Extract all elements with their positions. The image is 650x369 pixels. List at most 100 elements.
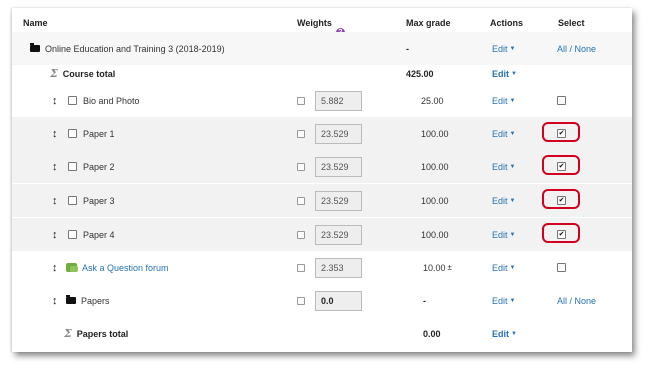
papers-select-all-none[interactable]: All / None — [557, 284, 596, 317]
forum-edit-menu[interactable]: Edit ▼ — [492, 251, 515, 284]
edit-label: Edit — [492, 68, 509, 79]
edit-label: Edit — [492, 295, 508, 306]
weight-input[interactable]: 23.529 — [315, 156, 362, 177]
weight-input[interactable]: 2.353 — [315, 257, 362, 278]
plus-minus-icon[interactable]: ± — [448, 263, 452, 272]
category-name: Online Education and Training 3 (2018-20… — [45, 43, 225, 54]
item-checkbox[interactable] — [68, 96, 77, 105]
item-name: Paper 3 — [83, 195, 115, 206]
papers-total-name: Papers total — [76, 328, 129, 339]
weight-input[interactable]: 23.529 — [315, 190, 362, 211]
edit-label: Edit — [492, 161, 508, 172]
header-name: Name — [23, 18, 48, 28]
edit-label: Edit — [492, 43, 508, 54]
caret-down-icon: ▼ — [511, 330, 517, 337]
caret-down-icon: ▼ — [509, 197, 516, 204]
item-checkbox[interactable] — [68, 196, 77, 205]
grade-item-row: ↕ Bio and Photo 5.882 25.00 Edit ▼ — [12, 84, 632, 117]
folder-icon — [66, 295, 76, 304]
header-max-grade: Max grade — [406, 18, 451, 28]
select-cell — [557, 251, 566, 284]
weight-cell: 2.353 — [297, 251, 362, 284]
weight-input[interactable]: 5.882 — [315, 90, 362, 111]
item-max: 100.00 — [421, 195, 449, 206]
forum-max-cell: 10.00 ± — [423, 251, 452, 284]
papers-category-row: ↕ Papers 0.0 - Edit ▼ All / None — [12, 284, 632, 317]
highlight-ring — [542, 189, 580, 209]
gradebook-setup-panel: Name Weights? Max grade Actions Select O… — [12, 8, 632, 352]
grade-item-row: ↕ Paper 2 23.529 100.00 Edit ▼ ✔ — [12, 150, 632, 183]
forum-row: ↕ Ask a Question forum 2.353 10.00 ± Edi… — [12, 251, 632, 284]
papers-edit-menu[interactable]: Edit ▼ — [492, 284, 515, 317]
select-checkbox[interactable] — [557, 263, 566, 272]
papers-name: Papers — [81, 295, 110, 306]
select-cell — [557, 84, 566, 117]
weight-input[interactable]: 23.529 — [315, 123, 362, 144]
move-icon[interactable]: ↕ — [52, 295, 60, 307]
item-edit-menu[interactable]: Edit ▼ — [492, 150, 515, 183]
item-edit-menu[interactable]: Edit ▼ — [492, 184, 515, 217]
sigma-icon: Σ — [50, 67, 58, 80]
grade-item-row: ↕ Paper 4 23.529 100.00 Edit ▼ ✔ — [12, 218, 632, 251]
weight-input[interactable]: 23.529 — [315, 224, 362, 245]
papers-total-edit-menu[interactable]: Edit ▼ — [492, 317, 517, 350]
weight-override-checkbox[interactable] — [297, 230, 305, 239]
papers-total-name-cell: Σ Papers total — [64, 317, 128, 350]
item-name-cell: ↕ Paper 1 — [52, 117, 115, 150]
item-name-cell: ↕ Paper 3 — [52, 184, 115, 217]
edit-label: Edit — [492, 95, 508, 106]
highlight-ring — [542, 223, 580, 243]
caret-down-icon: ▼ — [509, 130, 516, 137]
move-icon[interactable]: ↕ — [52, 195, 60, 207]
item-max: 25.00 — [421, 95, 444, 106]
weight-override-checkbox[interactable] — [297, 263, 305, 272]
weight-override-checkbox[interactable] — [297, 96, 305, 105]
papers-name-cell: ↕ Papers — [52, 284, 110, 317]
move-icon[interactable]: ↕ — [52, 95, 60, 107]
header-actions: Actions — [490, 18, 524, 28]
weight-cell: 23.529 — [297, 218, 362, 251]
grade-item-row: ↕ Paper 3 23.529 100.00 Edit ▼ ✔ — [12, 184, 632, 217]
header-select: Select — [558, 18, 585, 28]
forum-max: 10.00 — [423, 262, 446, 273]
move-icon[interactable]: ↕ — [52, 262, 60, 274]
item-edit-menu[interactable]: Edit ▼ — [492, 84, 515, 117]
edit-label: Edit — [492, 229, 508, 240]
edit-label: Edit — [492, 195, 508, 206]
weight-cell: 0.0 — [297, 284, 362, 317]
weight-cell: 23.529 — [297, 184, 362, 217]
weight-override-checkbox[interactable] — [297, 296, 305, 305]
weight-override-checkbox[interactable] — [297, 129, 305, 138]
item-max: 100.00 — [421, 128, 449, 139]
move-icon[interactable]: ↕ — [52, 161, 60, 173]
move-icon[interactable]: ↕ — [52, 128, 60, 140]
item-edit-menu[interactable]: Edit ▼ — [492, 117, 515, 150]
grade-item-row: ↕ Paper 1 23.529 100.00 Edit ▼ ✔ — [12, 117, 632, 150]
sigma-icon: Σ — [64, 327, 72, 340]
move-icon[interactable]: ↕ — [52, 229, 60, 241]
item-checkbox[interactable] — [68, 129, 77, 138]
weight-input[interactable]: 0.0 — [315, 290, 362, 311]
select-checkbox[interactable] — [557, 96, 566, 105]
caret-down-icon: ▼ — [509, 231, 516, 238]
weight-override-checkbox[interactable] — [297, 196, 305, 205]
item-checkbox[interactable] — [68, 230, 77, 239]
item-max: 100.00 — [421, 161, 449, 172]
item-name: Bio and Photo — [83, 95, 140, 106]
caret-down-icon: ▼ — [509, 97, 516, 104]
item-name: Paper 2 — [83, 161, 115, 172]
forum-link[interactable]: Ask a Question forum — [82, 263, 169, 273]
weight-cell: 23.529 — [297, 150, 362, 183]
item-name: Paper 1 — [83, 128, 115, 139]
item-checkbox[interactable] — [68, 162, 77, 171]
caret-down-icon: ▼ — [509, 264, 516, 271]
weight-override-checkbox[interactable] — [297, 162, 305, 171]
highlight-ring — [542, 155, 580, 175]
weight-cell: 23.529 — [297, 117, 362, 150]
header-weights: Weights? — [297, 18, 345, 37]
papers-max: - — [423, 295, 426, 306]
item-name-cell: ↕ Bio and Photo — [52, 84, 140, 117]
item-edit-menu[interactable]: Edit ▼ — [492, 218, 515, 251]
caret-down-icon: ▼ — [509, 45, 516, 52]
caret-down-icon: ▼ — [509, 163, 516, 170]
